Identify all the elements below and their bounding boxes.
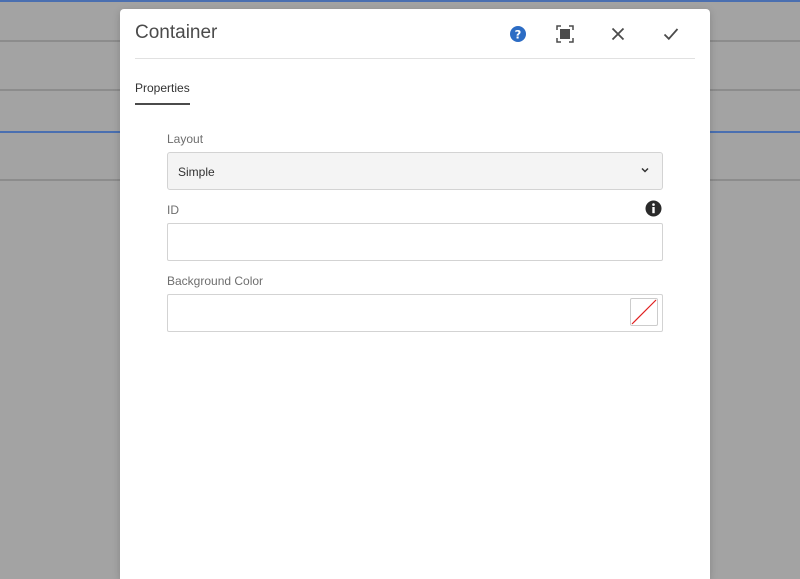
help-button[interactable]: ? bbox=[506, 22, 530, 46]
layout-selected-value: Simple bbox=[178, 165, 215, 179]
layout-label: Layout bbox=[167, 132, 204, 146]
color-swatch-button[interactable] bbox=[630, 298, 658, 326]
dialog-title: Container bbox=[135, 22, 218, 43]
info-icon[interactable] bbox=[645, 200, 662, 217]
background-color-field[interactable] bbox=[167, 294, 663, 332]
id-field[interactable] bbox=[167, 223, 663, 261]
tab-bar: Properties bbox=[135, 79, 190, 105]
svg-text:?: ? bbox=[515, 27, 522, 41]
background-color-label: Background Color bbox=[167, 274, 264, 288]
no-color-swatch-icon bbox=[631, 299, 657, 325]
chevron-down-icon bbox=[641, 167, 649, 173]
fullscreen-icon bbox=[556, 25, 574, 43]
fullscreen-button[interactable] bbox=[553, 22, 577, 46]
done-button[interactable] bbox=[659, 22, 683, 46]
container-dialog: Container ? Properties Layout Simple ID … bbox=[120, 9, 710, 579]
checkmark-icon bbox=[663, 28, 679, 41]
close-button[interactable] bbox=[606, 22, 630, 46]
background-page-edge bbox=[0, 0, 800, 2]
tab-properties[interactable]: Properties bbox=[135, 81, 190, 105]
close-icon bbox=[611, 27, 625, 41]
help-icon: ? bbox=[510, 26, 526, 42]
dialog-header: Container ? bbox=[135, 9, 695, 59]
id-label: ID bbox=[167, 203, 179, 217]
layout-select[interactable]: Simple bbox=[167, 152, 663, 190]
